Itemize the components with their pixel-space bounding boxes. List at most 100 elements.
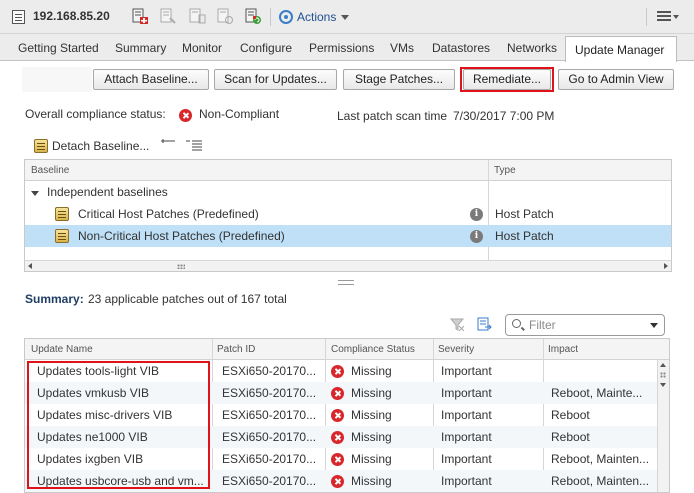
export-icon[interactable] xyxy=(476,317,492,332)
vertical-scrollbar[interactable] xyxy=(657,360,669,492)
detach-baseline-icon[interactable] xyxy=(34,139,48,153)
compliance-status: Missing xyxy=(351,364,392,378)
host-settings-icon[interactable] xyxy=(216,8,234,25)
impact: Reboot, Mainte... xyxy=(551,386,643,400)
update-names-highlight-box xyxy=(27,361,210,489)
tab-permissions[interactable]: Permissions xyxy=(309,41,374,55)
chevron-down-icon[interactable] xyxy=(650,323,658,328)
impact: Reboot, Mainten... xyxy=(551,474,650,488)
horizontal-scrollbar[interactable] xyxy=(25,260,671,271)
clear-filter-icon[interactable] xyxy=(450,317,465,332)
detach-baseline-button[interactable]: Detach Baseline... xyxy=(52,139,149,153)
attach-baseline-button[interactable]: Attach Baseline... xyxy=(93,69,209,90)
impact: Reboot xyxy=(551,430,590,444)
scroll-up-icon[interactable] xyxy=(660,363,666,367)
tab-vms[interactable]: VMs xyxy=(390,41,414,55)
search-icon xyxy=(512,319,521,328)
column-header-compliance-status[interactable]: Compliance Status xyxy=(331,344,415,355)
severity: Important xyxy=(441,474,492,488)
tab-getting-started[interactable]: Getting Started xyxy=(18,41,99,55)
filter-input[interactable]: Filter xyxy=(505,314,665,336)
menu-icon[interactable] xyxy=(657,11,671,13)
go-to-admin-view-button[interactable]: Go to Admin View xyxy=(558,69,674,90)
patch-id: ESXi650-20170... xyxy=(222,474,317,488)
tab-update-manager[interactable]: Update Manager xyxy=(565,36,677,62)
stage-patches-button[interactable]: Stage Patches... xyxy=(343,69,455,90)
compliance-status: Missing xyxy=(351,474,392,488)
add-host-icon[interactable] xyxy=(131,8,149,25)
host-maintenance-icon[interactable] xyxy=(159,8,177,25)
scroll-right-icon[interactable] xyxy=(664,263,668,269)
baseline-group-label[interactable]: Independent baselines xyxy=(47,185,168,199)
column-header-update-name[interactable]: Update Name xyxy=(31,344,93,355)
scan-time-label: Last patch scan time xyxy=(337,109,448,123)
compliance-status: Non-Compliant xyxy=(199,107,280,121)
host-refresh-icon[interactable] xyxy=(244,8,262,25)
error-icon xyxy=(331,365,344,378)
error-icon xyxy=(331,453,344,466)
baseline-name: Critical Host Patches (Predefined) xyxy=(78,207,259,221)
scroll-grip-icon[interactable] xyxy=(660,372,666,378)
patch-id: ESXi650-20170... xyxy=(222,386,317,400)
compliance-status: Missing xyxy=(351,408,392,422)
compliance-status: Missing xyxy=(351,452,392,466)
chevron-down-icon[interactable] xyxy=(31,191,39,196)
patch-table-header: Update Name Patch ID Compliance Status S… xyxy=(25,339,669,360)
info-icon[interactable]: i xyxy=(470,208,483,221)
title-bar: 192.168.85.20 Actions xyxy=(0,0,694,34)
filter-placeholder: Filter xyxy=(529,318,556,332)
error-icon xyxy=(331,409,344,422)
column-header-baseline[interactable]: Baseline xyxy=(31,165,69,176)
baseline-name: Non-Critical Host Patches (Predefined) xyxy=(78,229,285,243)
scroll-grip-icon[interactable] xyxy=(177,264,185,269)
toolbar-separator xyxy=(646,8,647,26)
baseline-type: Host Patch xyxy=(495,207,554,221)
remediate-highlight-box xyxy=(460,67,554,92)
expand-all-icon[interactable] xyxy=(186,139,202,153)
error-icon xyxy=(331,431,344,444)
scan-time-value: 7/30/2017 7:00 PM xyxy=(453,109,555,123)
summary-label: Summary: xyxy=(25,292,84,306)
info-icon[interactable]: i xyxy=(470,230,483,243)
tab-configure[interactable]: Configure xyxy=(240,41,292,55)
baseline-table-header: Baseline Type xyxy=(25,160,671,181)
scan-for-updates-button[interactable]: Scan for Updates... xyxy=(214,69,337,90)
host-icon xyxy=(12,10,25,24)
collapse-all-icon[interactable] xyxy=(161,139,175,151)
baseline-type: Host Patch xyxy=(495,229,554,243)
error-icon xyxy=(331,475,344,488)
table-row[interactable]: Critical Host Patches (Predefined) i Hos… xyxy=(25,203,671,225)
gear-icon[interactable] xyxy=(279,10,293,24)
impact: Reboot xyxy=(551,408,590,422)
tab-datastores[interactable]: Datastores xyxy=(432,41,490,55)
severity: Important xyxy=(441,430,492,444)
patch-id: ESXi650-20170... xyxy=(222,408,317,422)
scroll-down-icon[interactable] xyxy=(660,383,666,387)
impact: Reboot, Mainten... xyxy=(551,452,650,466)
summary-text: 23 applicable patches out of 167 total xyxy=(88,292,287,306)
pane-splitter[interactable] xyxy=(338,280,354,285)
toolbar-separator xyxy=(270,8,271,26)
table-row-selected[interactable]: Non-Critical Host Patches (Predefined) i… xyxy=(25,225,671,247)
actions-menu-label[interactable]: Actions xyxy=(297,10,336,24)
host-name: 192.168.85.20 xyxy=(33,9,110,23)
baseline-table: Baseline Type Independent baselines Crit… xyxy=(24,159,672,272)
tab-summary[interactable]: Summary xyxy=(115,41,166,55)
column-header-severity[interactable]: Severity xyxy=(438,344,474,355)
compliance-status: Missing xyxy=(351,386,392,400)
column-header-type[interactable]: Type xyxy=(494,165,516,176)
severity: Important xyxy=(441,452,492,466)
baseline-icon xyxy=(55,207,69,221)
tab-monitor[interactable]: Monitor xyxy=(182,41,222,55)
chevron-down-icon[interactable] xyxy=(341,15,349,20)
column-header-impact[interactable]: Impact xyxy=(548,344,578,355)
patch-id: ESXi650-20170... xyxy=(222,452,317,466)
severity: Important xyxy=(441,364,492,378)
scroll-left-icon[interactable] xyxy=(28,263,32,269)
host-power-icon[interactable] xyxy=(188,8,206,25)
chevron-down-icon[interactable] xyxy=(673,15,679,19)
column-header-patch-id[interactable]: Patch ID xyxy=(217,344,255,355)
severity: Important xyxy=(441,386,492,400)
tab-networks[interactable]: Networks xyxy=(507,41,557,55)
tab-update-manager-label: Update Manager xyxy=(575,43,665,57)
